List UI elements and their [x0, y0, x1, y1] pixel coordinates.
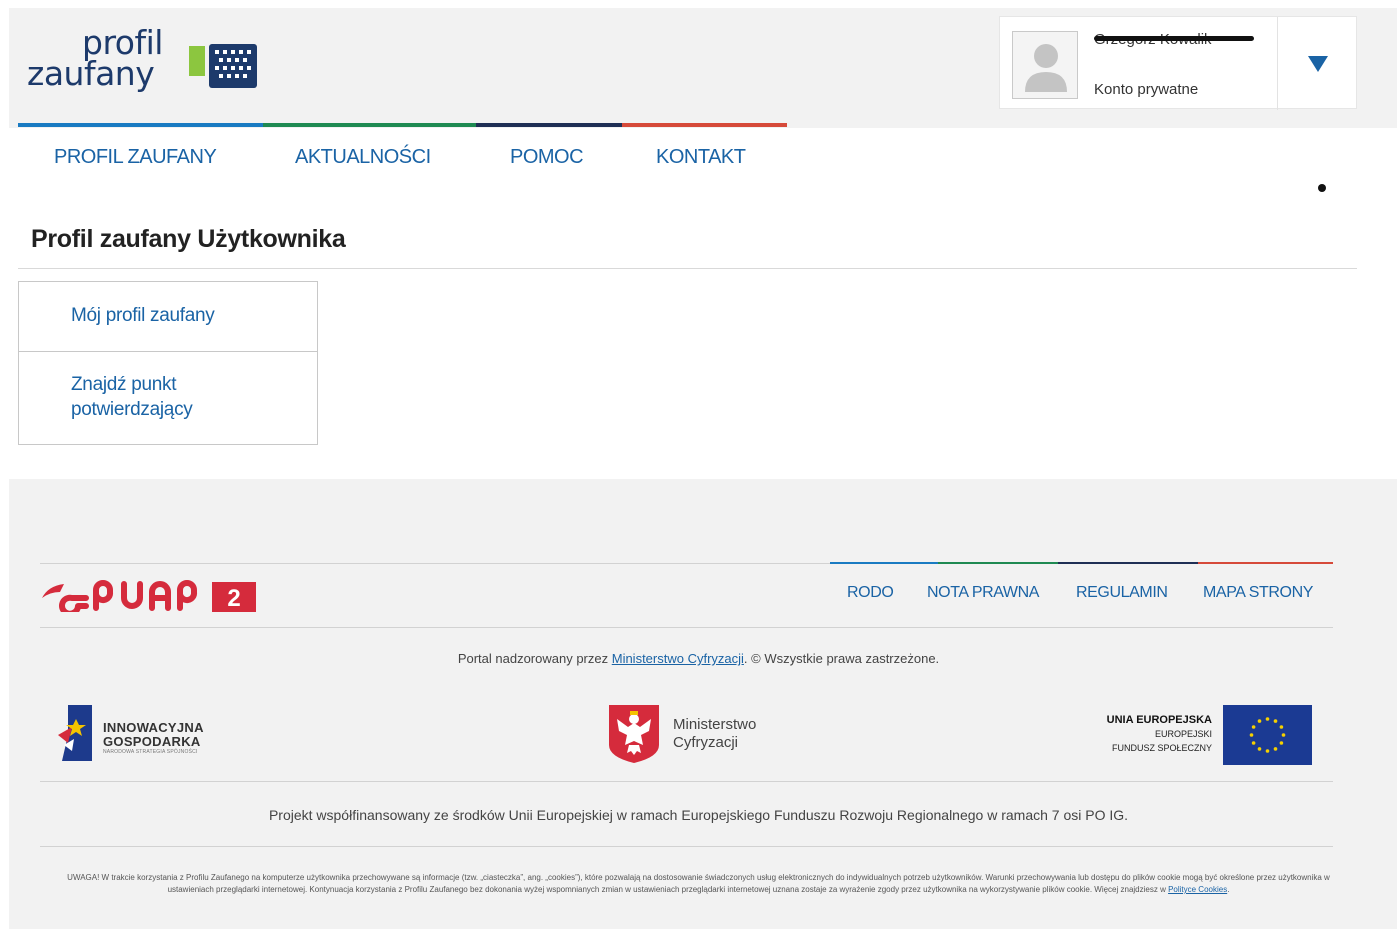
ig-text-line3: NARODOWA STRATEGIA SPÓJNOŚCI — [103, 749, 198, 755]
cookie-notice-text: UWAGA! W trakcie korzystania z Profilu Z… — [67, 873, 1330, 894]
svg-text:2: 2 — [227, 585, 240, 612]
side-menu-item-label-line1: Znajdź punkt — [71, 374, 177, 395]
redaction-mark — [1094, 36, 1254, 41]
footer-rule-1 — [40, 627, 1333, 628]
nav-pomoc[interactable]: POMOC — [510, 146, 584, 169]
polish-eagle-emblem-icon — [609, 705, 659, 763]
cookie-notice: UWAGA! W trakcie korzystania z Profilu Z… — [50, 872, 1347, 896]
triangle-down-icon — [1307, 55, 1328, 72]
ig-text-line2: GOSPODARKA — [103, 734, 201, 749]
footer-link-mapa-strony[interactable]: MAPA STRONY — [1203, 584, 1313, 602]
eu-flag-icon — [1223, 705, 1312, 765]
ministry-text-line2: Cyfryzacji — [673, 734, 739, 751]
footer-accent-blue — [830, 562, 938, 564]
logo-mark-icon — [189, 44, 257, 88]
stray-dot — [1318, 184, 1326, 192]
accent-bar-red — [622, 123, 787, 127]
nav-aktualnosci[interactable]: AKTUALNOŚCI — [295, 146, 431, 169]
side-menu-item-find-point[interactable]: Znajdź punkt potwierdzający — [19, 352, 317, 444]
footer-link-nota-prawna[interactable]: NOTA PRAWNA — [927, 584, 1039, 602]
eu-text-line3: FUNDUSZ SPOŁECZNY — [1111, 743, 1212, 753]
accent-bar-blue — [18, 123, 263, 127]
cookie-policy-link[interactable]: Polityce Cookies — [1168, 885, 1227, 894]
nav-kontakt[interactable]: KONTAKT — [656, 146, 746, 169]
footer-link-regulamin[interactable]: REGULAMIN — [1076, 584, 1168, 602]
footer-link-rodo[interactable]: RODO — [847, 584, 894, 602]
user-dropdown-button[interactable] — [1278, 17, 1357, 110]
footer — [9, 479, 1397, 929]
profil-zaufany-logo[interactable]: profil zaufany — [27, 26, 267, 98]
supervision-prefix: Portal nadzorowany przez — [457, 651, 612, 666]
footer-accent-navy — [1058, 562, 1198, 564]
logo-line2: zaufany — [27, 54, 155, 93]
ministry-link[interactable]: Ministerstwo Cyfryzacji — [612, 651, 744, 666]
title-divider — [18, 268, 1357, 269]
nav-profil-zaufany[interactable]: PROFIL ZAUFANY — [54, 146, 217, 169]
eu-text-line1: UNIA EUROPEJSKA — [1106, 714, 1212, 726]
page-title: Profil zaufany Użytkownika — [31, 225, 346, 253]
side-menu-item-my-profile[interactable]: Mój profil zaufany — [19, 282, 317, 352]
project-cofinancing-text: Projekt współfinansowany ze środków Unii… — [268, 807, 1129, 823]
user-panel: Grzegorz Kowalik Konto prywatne — [999, 16, 1357, 110]
eu-text-line2: EUROPEJSKI — [1154, 729, 1212, 739]
accent-bar-green — [263, 123, 476, 127]
footer-rule-2 — [40, 781, 1333, 782]
supervision-text: Portal nadzorowany przez Ministerstwo Cy… — [0, 651, 1397, 666]
footer-rule-3 — [40, 846, 1333, 847]
side-menu: Mój profil zaufany Znajdź punkt potwierd… — [18, 281, 318, 445]
ig-text-line1: INNOWACYJNA — [103, 720, 204, 735]
footer-accent-green — [938, 562, 1058, 564]
supervision-suffix: . © Wszystkie prawa zastrzeżone. — [743, 651, 940, 666]
avatar[interactable] — [1012, 31, 1078, 99]
side-menu-item-label-line2: potwierdzający — [71, 399, 193, 420]
footer-accent-red — [1198, 562, 1333, 564]
innowacyjna-gospodarka-logo-icon — [58, 705, 92, 761]
user-silhouette-icon — [1025, 44, 1067, 92]
side-menu-item-label: Mój profil zaufany — [71, 305, 215, 326]
footer-top-rule — [40, 563, 830, 564]
ministry-text-line1: Ministerstwo — [673, 716, 757, 733]
cookie-notice-end: . — [1227, 885, 1230, 894]
account-type: Konto prywatne — [1094, 81, 1199, 98]
epuap-logo-icon[interactable]: 2 — [42, 578, 258, 612]
accent-bar-navy — [476, 123, 622, 127]
